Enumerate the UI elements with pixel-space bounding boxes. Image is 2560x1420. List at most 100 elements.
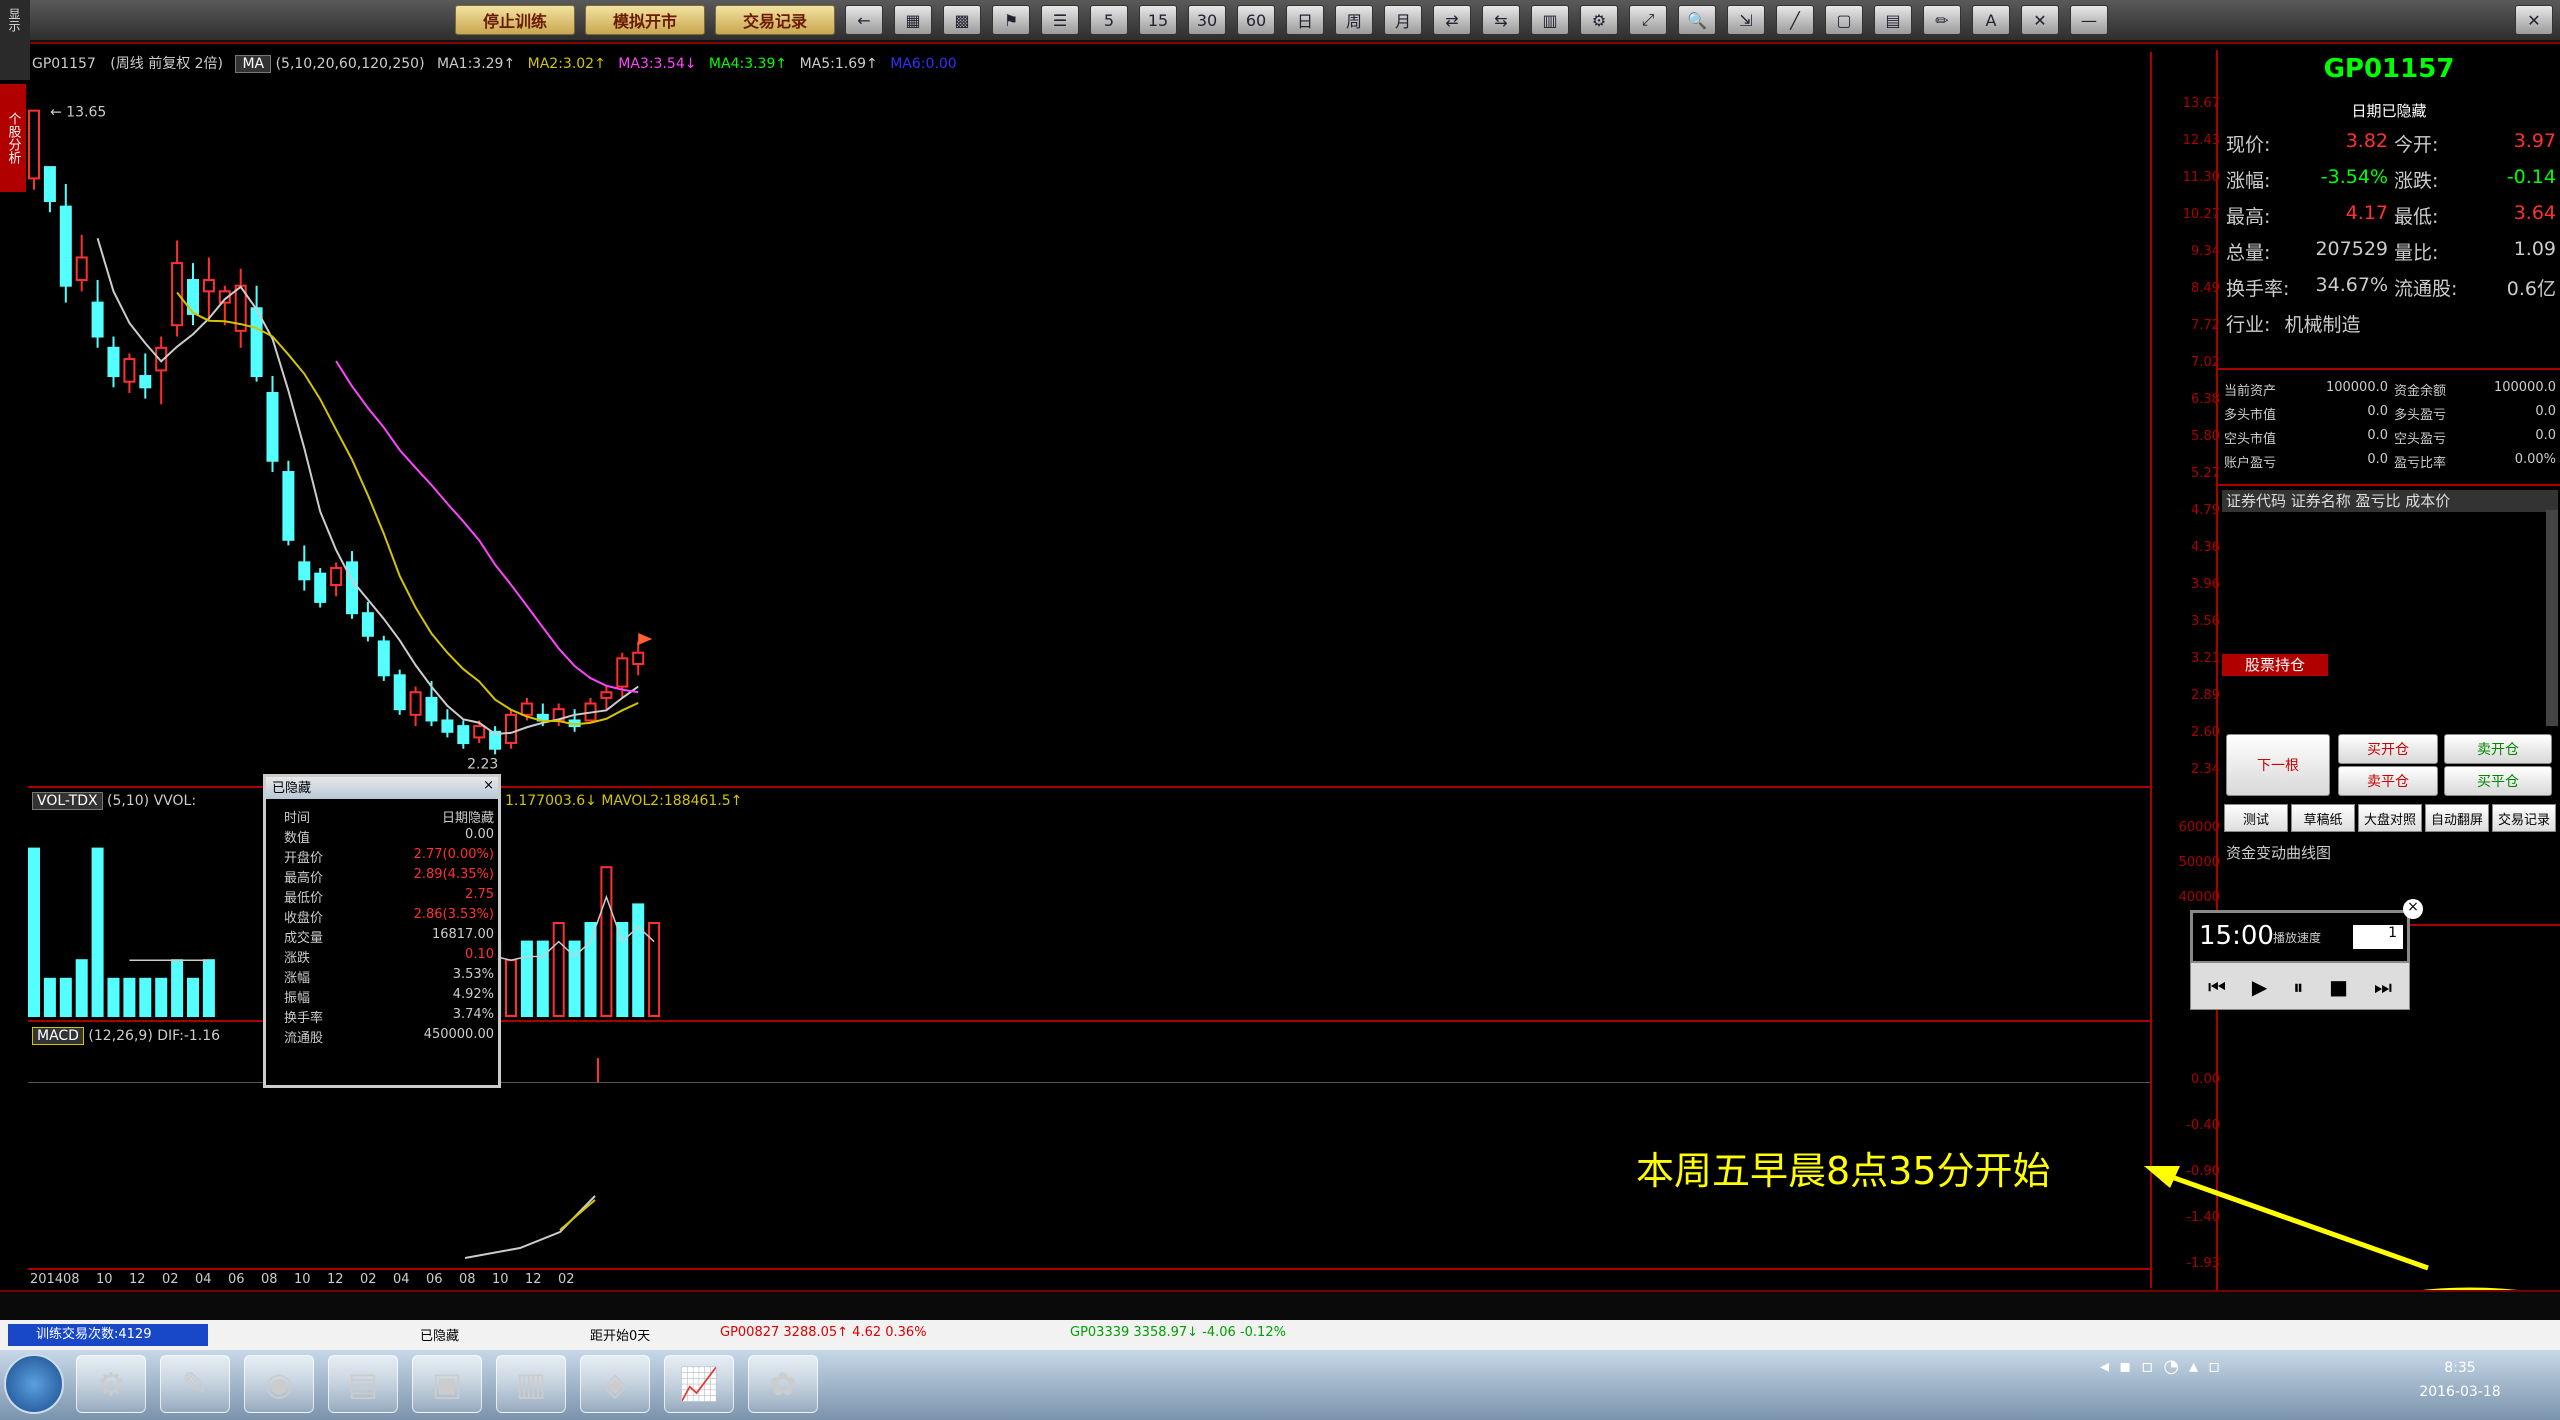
candle-body[interactable] — [250, 307, 263, 378]
folder-icon[interactable]: ▤ — [328, 1355, 398, 1413]
candle-body[interactable] — [632, 651, 645, 666]
quote-value: 207529 — [2315, 238, 2388, 260]
volume-bar[interactable] — [505, 959, 517, 1018]
candle-body[interactable] — [520, 702, 533, 716]
next-bar-button[interactable]: 下一根 — [2226, 734, 2330, 796]
buy-open-button[interactable]: 买开仓 — [2338, 734, 2438, 764]
volume-bar[interactable] — [75, 959, 88, 1018]
window-close-icon[interactable]: ✕ — [2515, 5, 2553, 35]
candle-body[interactable] — [59, 205, 72, 287]
quote-subtitle: 日期已隐藏 — [2351, 102, 2427, 120]
media-icon[interactable]: ▣ — [412, 1355, 482, 1413]
candle-body[interactable] — [282, 471, 295, 541]
volume-bar[interactable] — [155, 977, 168, 1017]
pause-icon[interactable]: ⏸ — [2293, 975, 2303, 999]
volume-bar[interactable] — [59, 977, 72, 1017]
sell-close-button[interactable]: 卖平仓 — [2338, 766, 2438, 796]
candle-body[interactable] — [202, 279, 215, 293]
account-value: 0.0 — [2367, 452, 2388, 467]
price-tick: 8.49 — [2191, 281, 2220, 296]
time-tick: 12 — [327, 1272, 344, 1287]
candle-body[interactable] — [298, 561, 311, 581]
candle-body[interactable] — [600, 691, 613, 699]
candle-body[interactable] — [91, 301, 104, 338]
play-icon[interactable]: ▶ — [2252, 975, 2267, 999]
sell-open-button[interactable]: 卖开仓 — [2444, 734, 2552, 764]
volume-selector[interactable]: VOL-TDX — [32, 792, 103, 810]
candle-body[interactable] — [346, 561, 358, 615]
macd-selector[interactable]: MACD — [32, 1027, 84, 1045]
candle-body[interactable] — [473, 725, 486, 739]
candle-body[interactable] — [107, 346, 120, 378]
holdings-tab[interactable]: 股票持仓 — [2222, 654, 2328, 676]
quote-value: 34.67% — [2315, 274, 2388, 296]
close-icon[interactable]: × — [483, 778, 494, 793]
panel-tab[interactable]: 交易记录 — [2492, 804, 2556, 832]
quote-value: 0.6亿 — [2506, 278, 2556, 300]
candle-body[interactable] — [139, 375, 152, 389]
volume-bar[interactable] — [616, 922, 629, 1017]
volume-bar[interactable] — [123, 977, 136, 1017]
volume-bar[interactable] — [520, 940, 533, 1017]
scrollbar[interactable] — [2546, 510, 2558, 726]
document-icon[interactable]: ▥ — [496, 1355, 566, 1413]
candle-body[interactable] — [28, 109, 40, 180]
close-icon[interactable]: × — [2403, 899, 2423, 919]
volume-bar[interactable] — [202, 959, 215, 1018]
candle-body[interactable] — [330, 567, 343, 586]
candle-body[interactable] — [441, 719, 454, 733]
candle-body[interactable] — [409, 691, 422, 716]
volume-bar[interactable] — [171, 959, 184, 1018]
buy-close-button[interactable]: 买平仓 — [2444, 766, 2552, 796]
candle-body[interactable] — [123, 358, 136, 383]
volume-bar[interactable] — [28, 847, 40, 1017]
time-tick: 12 — [129, 1272, 146, 1287]
volume-bar[interactable] — [552, 922, 565, 1017]
trading-icon[interactable]: ◈ — [580, 1355, 650, 1413]
candle-body[interactable] — [393, 674, 406, 711]
speed-input[interactable]: 1 — [2353, 925, 2403, 949]
account-value: 0.00% — [2514, 452, 2556, 467]
panel-tab[interactable]: 测试 — [2224, 804, 2288, 832]
volume-bar[interactable] — [91, 847, 104, 1017]
game-icon[interactable]: ✿ — [748, 1355, 818, 1413]
panel-tab[interactable]: 大盘对照 — [2358, 804, 2422, 832]
account-label: 盈亏比率 — [2394, 456, 2447, 471]
price-chart[interactable]: ← 13.65 2.23 — [0, 0, 2160, 1290]
candle-body[interactable] — [314, 572, 327, 603]
panel-tab[interactable]: 自动翻屏 — [2425, 804, 2489, 832]
panel-tab[interactable]: 草稿纸 — [2291, 804, 2355, 832]
playback-control[interactable]: 15:00 播放速度 1 ⏮ ▶ ⏸ ■ ⏭ × — [2190, 899, 2423, 1010]
volume-bar[interactable] — [107, 977, 120, 1017]
browser-icon[interactable]: ◉ — [244, 1355, 314, 1413]
candle-body[interactable] — [505, 713, 517, 745]
candle-body[interactable] — [75, 256, 88, 282]
start-icon[interactable] — [4, 1354, 64, 1414]
candle-body[interactable] — [171, 262, 184, 327]
candle-body[interactable] — [43, 166, 56, 202]
candle-body[interactable] — [266, 391, 279, 462]
candle-body[interactable] — [457, 725, 470, 745]
stop-icon[interactable]: ■ — [2329, 975, 2348, 999]
skip-back-icon[interactable]: ⏮ — [2208, 975, 2226, 999]
candle-body[interactable] — [616, 657, 629, 688]
volume-bar[interactable] — [648, 922, 661, 1017]
chart-icon[interactable]: 📈 — [664, 1355, 734, 1413]
volume-bar[interactable] — [584, 922, 597, 1017]
candle-body[interactable] — [425, 696, 438, 722]
volume-bar[interactable] — [139, 977, 152, 1017]
pen-icon[interactable]: ✎ — [160, 1355, 230, 1413]
time-tick: 08 — [459, 1272, 476, 1287]
candle-body[interactable] — [377, 640, 390, 677]
bar-info-popup[interactable]: 已隐藏 × 时间 日期隐藏 数值 0.00 开盘价 2.77(0.00%) 最高价 2.89(… — [263, 774, 501, 1088]
volume-bar[interactable] — [43, 977, 56, 1017]
divider — [2218, 484, 2560, 486]
app-icon[interactable]: ⚙ — [76, 1355, 146, 1413]
volume-bar[interactable] — [632, 903, 645, 1018]
volume-bar[interactable] — [600, 866, 613, 1018]
volume-bar[interactable] — [187, 977, 199, 1017]
candle-body[interactable] — [361, 612, 374, 637]
skip-forward-icon[interactable]: ⏭ — [2374, 975, 2392, 999]
price-tick: 11.30 — [2182, 170, 2220, 185]
tray-icons[interactable]: ◂▪▫◔▴▫ — [2100, 1356, 2230, 1377]
